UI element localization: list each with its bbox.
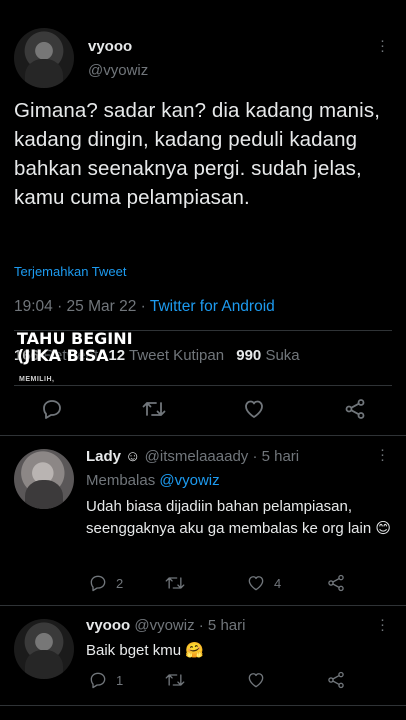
share-icon [328, 574, 344, 592]
like-button[interactable] [242, 397, 266, 421]
share-button[interactable] [343, 397, 367, 421]
like-icon [245, 400, 263, 418]
like-label[interactable]: Suka [265, 347, 299, 364]
reply-header: Lady ☺ @itsmelaaaady · 5 hari [86, 448, 299, 465]
reply-header: vyooo @vyowiz · 5 hari [86, 617, 245, 634]
avatar[interactable] [14, 28, 74, 88]
reply-icon [43, 400, 61, 419]
tweet-source[interactable]: Twitter for Android [150, 298, 275, 315]
watermark-line-1: TAHU BEGINI [17, 329, 133, 348]
replying-to: Membalas @vyowiz [86, 472, 220, 489]
reply-icon [90, 672, 106, 689]
more-options-icon[interactable]: · · · [380, 612, 385, 637]
handle[interactable]: @vyowiz [88, 62, 148, 79]
more-options-icon[interactable]: · · · [380, 33, 385, 58]
display-name[interactable]: Lady ☺ [86, 448, 141, 465]
watermark-overlay: TAHU BEGINI (JIKA BISA [17, 330, 133, 364]
reply-count: 1 [116, 672, 124, 688]
share-icon [328, 671, 344, 689]
reply-count: 2 [116, 575, 124, 591]
retweet-icon [165, 577, 185, 589]
tweet-text: Gimana? sadar kan? dia kadang manis, kad… [14, 99, 380, 209]
replying-prefix: Membalas [86, 472, 156, 489]
reply-button[interactable]: 1 [88, 670, 123, 690]
reply-time: · 5 hari [198, 617, 246, 634]
display-name[interactable]: vyooo [86, 617, 130, 634]
like-button[interactable]: 4 [246, 573, 281, 593]
translate-tweet-link[interactable]: Terjemahkan Tweet [14, 264, 127, 279]
reply-time: · 5 hari [252, 448, 300, 465]
retweet-icon [165, 674, 185, 686]
quote-label[interactable]: Tweet Kutipan [129, 347, 224, 364]
reply-text: Baik bget kmu 🤗 [86, 642, 204, 659]
replying-to-handle[interactable]: @vyowiz [159, 472, 219, 489]
retweet-button[interactable] [141, 397, 167, 421]
like-count: 4 [274, 575, 282, 591]
watermark-line-3: MEMILIH, [19, 376, 55, 383]
more-options-icon[interactable]: · · · [380, 442, 385, 467]
reply-button[interactable] [40, 397, 64, 421]
retweet-button[interactable] [164, 573, 186, 593]
retweet-button[interactable] [164, 670, 186, 690]
watermark-line-2: (JIKA BISA [17, 346, 109, 365]
avatar[interactable] [14, 449, 74, 509]
like-count[interactable]: 990 [236, 347, 261, 364]
handle[interactable]: @vyowiz [134, 617, 194, 634]
handle[interactable]: @itsmelaaaady [145, 448, 249, 465]
avatar[interactable] [14, 619, 74, 679]
like-icon [248, 673, 264, 688]
share-icon [345, 399, 365, 419]
retweet-icon [142, 402, 166, 416]
timestamp: 19:04 · 25 Mar 22 · [14, 298, 150, 315]
like-button[interactable] [246, 670, 266, 690]
reply-text: Udah biasa dijadiin bahan pelampiasan, s… [86, 498, 391, 537]
display-name[interactable]: vyooo [88, 38, 132, 55]
reply-icon [90, 575, 106, 592]
share-button[interactable] [326, 573, 346, 593]
share-button[interactable] [326, 670, 346, 690]
like-icon [248, 576, 264, 591]
tweet-metadata: 19:04 · 25 Mar 22 · Twitter for Android [14, 298, 275, 316]
reply-button[interactable]: 2 [88, 573, 123, 593]
